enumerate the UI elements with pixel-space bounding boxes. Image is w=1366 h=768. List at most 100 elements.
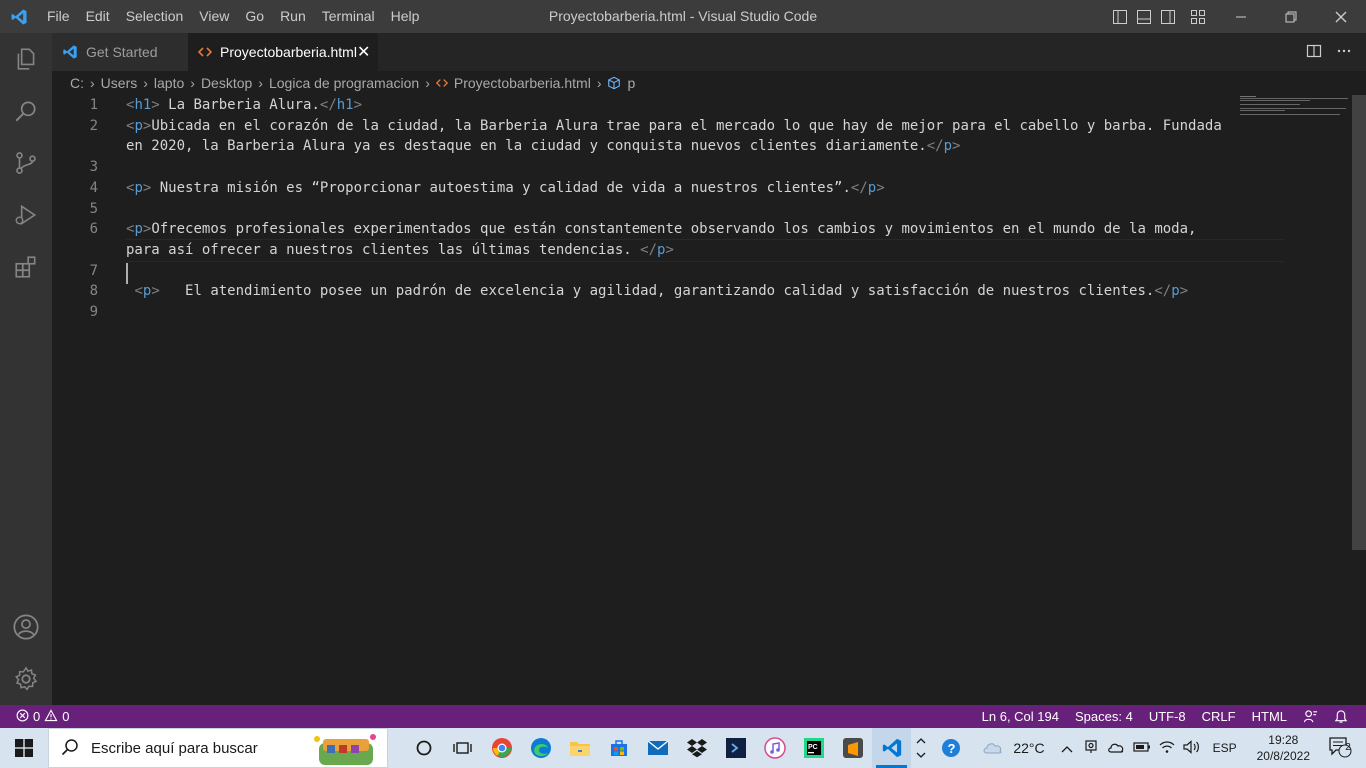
microsoft-store-icon[interactable]: [599, 728, 638, 768]
menu-terminal[interactable]: Terminal: [314, 0, 383, 33]
code-token: Nuestra misión es “Proporcionar autoesti…: [151, 179, 851, 196]
tab-proyectobarberia[interactable]: Proyectobarberia.html ✕: [188, 33, 378, 71]
chevron-up-icon[interactable]: [1055, 741, 1079, 756]
more-actions-icon[interactable]: [1336, 43, 1352, 62]
run-and-debug-icon[interactable]: [0, 191, 52, 239]
breadcrumb-item[interactable]: Users: [101, 75, 138, 91]
html-tag-token: >: [151, 283, 160, 300]
code-line[interactable]: 8 <p> El atendimiento posee un padrón de…: [52, 281, 1352, 302]
menu-selection[interactable]: Selection: [118, 0, 192, 33]
vscode-taskbar-icon[interactable]: [872, 728, 911, 768]
scrollbar-thumb[interactable]: [1352, 95, 1366, 550]
code-line[interactable]: 4 <p> Nuestra misión es “Proporcionar aut…: [52, 178, 1352, 199]
volume-icon[interactable]: [1179, 739, 1205, 757]
powershell-icon[interactable]: [716, 728, 755, 768]
breadcrumb-item[interactable]: C:: [70, 75, 84, 91]
split-editor-icon[interactable]: [1306, 43, 1322, 62]
html-tag-token: </: [640, 241, 658, 258]
minimap[interactable]: [1238, 95, 1352, 125]
code-editor[interactable]: 1 <h1> La Barberia Alura.</h1> 2 <p>Ubicada…: [52, 95, 1352, 705]
toggle-panel-icon[interactable]: [1132, 0, 1156, 33]
minimize-icon[interactable]: [1216, 0, 1266, 33]
breadcrumb-item[interactable]: p: [627, 75, 635, 91]
wifi-icon[interactable]: [1155, 740, 1179, 757]
customize-layout-icon[interactable]: [1180, 0, 1216, 33]
tab-get-started[interactable]: Get Started: [52, 33, 188, 71]
feedback-icon[interactable]: [1295, 709, 1326, 724]
html-tag-token: h1: [134, 97, 152, 113]
sublime-text-icon[interactable]: [833, 728, 872, 768]
weather-temp[interactable]: 22°C: [1009, 740, 1054, 756]
code-line[interactable]: para así ofrecer a nuestros clientes las…: [52, 240, 1352, 261]
input-language[interactable]: ESP: [1205, 741, 1245, 755]
onedrive-cloud-icon[interactable]: [1103, 741, 1129, 756]
code-line[interactable]: 6 <p>Ofrecemos profesionales experimentad…: [52, 219, 1352, 240]
menu-file[interactable]: File: [37, 0, 78, 33]
windows-start-icon[interactable]: [0, 728, 48, 768]
breadcrumb-item[interactable]: Proyectobarberia.html: [454, 75, 591, 91]
weather-cloud-icon[interactable]: [977, 739, 1009, 758]
manage-gear-icon[interactable]: [0, 655, 52, 703]
code-text: <p>Ubicada en el corazón de la ciudad, l…: [126, 116, 1222, 137]
scroll-arrows-icon[interactable]: [911, 728, 931, 768]
close-tab-icon[interactable]: ✕: [357, 42, 370, 62]
action-center-icon[interactable]: 2: [1322, 736, 1366, 761]
notifications-bell-icon[interactable]: [1326, 709, 1356, 724]
mail-icon[interactable]: [638, 728, 677, 768]
code-token: La Barberia Alura.: [159, 97, 320, 113]
clock-time: 19:28: [1268, 733, 1299, 747]
pycharm-icon[interactable]: PC: [794, 728, 833, 768]
clock[interactable]: 19:28 20/8/2022: [1245, 732, 1322, 764]
code-line[interactable]: 7: [52, 261, 1352, 282]
dropbox-icon[interactable]: [677, 728, 716, 768]
toggle-secondary-sidebar-icon[interactable]: [1156, 0, 1180, 33]
code-line[interactable]: 1 <h1> La Barberia Alura.</h1>: [52, 95, 1352, 116]
code-line[interactable]: 5: [52, 199, 1352, 220]
itunes-icon[interactable]: [755, 728, 794, 768]
chrome-icon[interactable]: [482, 728, 521, 768]
html-tag-token: <: [134, 283, 143, 300]
help-icon[interactable]: ?: [931, 728, 970, 768]
breadcrumb-item[interactable]: lapto: [154, 75, 184, 91]
html-tag-token: </: [850, 179, 868, 196]
html-tag-token: >: [952, 138, 961, 155]
battery-icon[interactable]: [1129, 741, 1155, 756]
code-line[interactable]: en 2020, la Barberia Alura ya es destaqu…: [52, 136, 1352, 157]
explorer-icon[interactable]: [0, 35, 52, 83]
search-icon[interactable]: [0, 87, 52, 135]
breadcrumb-item[interactable]: Logica de programacion: [269, 75, 419, 91]
accounts-icon[interactable]: [0, 603, 52, 651]
menu-go[interactable]: Go: [237, 0, 272, 33]
code-line[interactable]: 3: [52, 157, 1352, 178]
html-tag-token: >: [353, 97, 363, 113]
indentation[interactable]: Spaces: 4: [1067, 709, 1141, 724]
code-line[interactable]: 9: [52, 302, 1352, 323]
problems-indicator[interactable]: 0 0: [0, 708, 69, 725]
menu-run[interactable]: Run: [272, 0, 314, 33]
source-control-icon[interactable]: [0, 139, 52, 187]
breadcrumb-item[interactable]: Desktop: [201, 75, 252, 91]
close-window-icon[interactable]: [1316, 0, 1366, 33]
cursor-position[interactable]: Ln 6, Col 194: [974, 709, 1067, 724]
edge-icon[interactable]: [521, 728, 560, 768]
language-mode[interactable]: HTML: [1244, 709, 1295, 724]
html-tag-token: >: [1179, 283, 1189, 300]
extensions-icon[interactable]: [0, 243, 52, 291]
end-of-line[interactable]: CRLF: [1194, 709, 1244, 724]
meet-now-icon[interactable]: [1079, 739, 1103, 758]
search-highlight-icon[interactable]: [313, 733, 379, 768]
menu-edit[interactable]: Edit: [78, 0, 118, 33]
file-explorer-icon[interactable]: [560, 728, 599, 768]
task-view-circle-icon[interactable]: [404, 728, 443, 768]
taskbar-search-input[interactable]: Escribe aquí para buscar: [48, 728, 388, 768]
code-line[interactable]: 2 <p>Ubicada en el corazón de la ciudad, …: [52, 116, 1352, 137]
menu-view[interactable]: View: [191, 0, 237, 33]
editor-tabs: Get Started Proyectobarberia.html ✕: [52, 33, 1366, 71]
chevron-right-icon: ›: [143, 75, 148, 91]
encoding[interactable]: UTF-8: [1141, 709, 1194, 724]
line-number: 2: [89, 117, 98, 134]
menu-help[interactable]: Help: [383, 0, 428, 33]
task-view-icon[interactable]: [443, 728, 482, 768]
restore-icon[interactable]: [1266, 0, 1316, 33]
toggle-primary-sidebar-icon[interactable]: [1108, 0, 1132, 33]
